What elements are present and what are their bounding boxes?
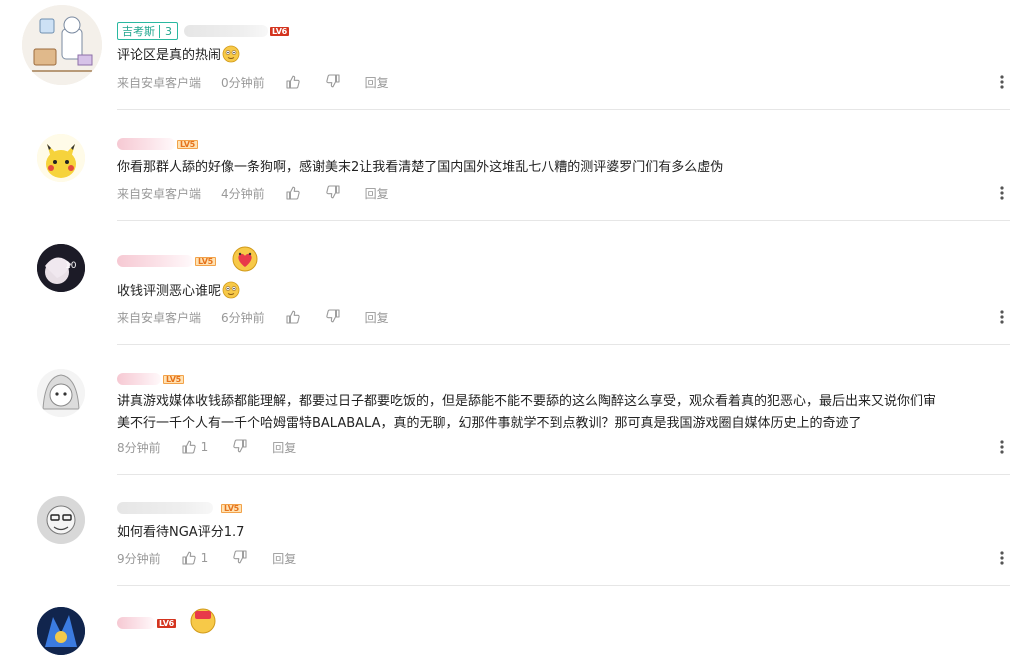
reply-button[interactable]: 回复 (365, 74, 389, 91)
smug-face-emoji-icon (222, 281, 240, 299)
thumbs-up-icon (285, 185, 301, 201)
username[interactable] (117, 502, 213, 514)
source-label: 来自安卓客户端 (117, 75, 202, 90)
comment-text: 讲真游戏媒体收钱舔都能理解，都要过日子都要吃饭的，但是舔能不能不要舔的这么陶醉这… (117, 391, 1002, 435)
timestamp: 8分钟前 (117, 440, 161, 455)
thumbs-up-icon (285, 74, 301, 90)
more-vertical-icon[interactable] (996, 74, 1008, 90)
fan-badge-level: 3 (159, 24, 177, 38)
avatar[interactable] (37, 134, 85, 182)
username[interactable] (184, 25, 268, 37)
like-button[interactable]: 1 (181, 439, 209, 455)
thumbs-down-icon (325, 308, 341, 324)
thumbs-down-icon (325, 184, 341, 200)
level-badge: LV6 (157, 618, 176, 628)
comment-text-body: 收钱评测恶心谁呢 (117, 284, 222, 299)
comment-text-line: 讲真游戏媒体收钱舔都能理解，都要过日子都要吃饭的，但是舔能不能不要舔的这么陶醉这… (117, 394, 937, 409)
divider (117, 585, 1010, 586)
dislike-button[interactable] (325, 73, 341, 92)
comment-text: 如何看待NGA评分1.7 (117, 525, 245, 540)
more-vertical-icon[interactable] (996, 185, 1008, 201)
avatar[interactable] (22, 5, 102, 85)
comment-meta: 来自安卓客户端 6分钟前 回复 (117, 308, 389, 326)
more-vertical-icon[interactable] (996, 309, 1008, 325)
like-button[interactable]: 1 (181, 550, 209, 566)
comment-text-line: 美不行一千个人有一千个哈姆雷特BALABALA，真的无聊，幻那件事就学不到点教训… (117, 416, 862, 431)
reply-button[interactable]: 回复 (365, 309, 389, 326)
like-button[interactable] (285, 74, 301, 90)
comment-text: 收钱评测恶心谁呢 (117, 281, 1002, 303)
like-button[interactable] (285, 309, 301, 325)
level-badge: LV5 (221, 503, 242, 513)
username[interactable] (117, 373, 161, 385)
comment-meta: 来自安卓客户端 0分钟前 回复 (117, 73, 389, 91)
comment-text: 你看那群人舔的好像一条狗啊，感谢美末2让我看清楚了国内国外这堆乱七八糟的测评婆罗… (117, 160, 724, 175)
username-row: LV5 (117, 135, 198, 153)
divider (117, 474, 1010, 475)
more-vertical-icon[interactable] (996, 439, 1008, 455)
avatar[interactable] (37, 607, 85, 655)
username-row: LV5 (117, 252, 216, 270)
sticker-emoji-icon (190, 608, 216, 634)
fan-badge-name: 吉考斯 (122, 25, 155, 38)
divider (117, 344, 1010, 345)
reply-button[interactable]: 回复 (272, 439, 296, 456)
laughing-face-emoji-icon (222, 45, 240, 63)
thumbs-up-icon (285, 309, 301, 325)
thumbs-down-icon (232, 549, 248, 565)
divider (117, 109, 1010, 110)
reply-button[interactable]: 回复 (365, 185, 389, 202)
dislike-button[interactable] (325, 184, 341, 203)
comment-meta: 9分钟前 1 回复 (117, 549, 296, 567)
level-badge: LV6 (270, 26, 289, 36)
dislike-button[interactable] (325, 308, 341, 327)
username-row: LV5 (117, 499, 242, 517)
timestamp: 0分钟前 (221, 75, 265, 90)
like-count: 1 (200, 440, 209, 454)
dislike-button[interactable] (232, 438, 248, 457)
avatar[interactable]: 10 (37, 244, 85, 292)
level-badge: LV5 (195, 256, 216, 266)
fan-badge[interactable]: 吉考斯 3 (117, 22, 178, 40)
timestamp: 6分钟前 (221, 310, 265, 325)
more-vertical-icon[interactable] (996, 550, 1008, 566)
like-count: 1 (200, 551, 209, 565)
avatar[interactable] (37, 496, 85, 544)
like-button[interactable] (285, 185, 301, 201)
heart-face-emoji-icon (232, 246, 258, 272)
thumbs-up-icon (181, 550, 197, 566)
thumbs-up-icon (181, 439, 197, 455)
source-label: 来自安卓客户端 (117, 310, 202, 325)
source-label: 来自安卓客户端 (117, 186, 202, 201)
username[interactable] (117, 138, 175, 150)
username-row: LV5 (117, 370, 184, 388)
svg-text:10: 10 (65, 261, 77, 271)
divider (117, 220, 1010, 221)
level-badge: LV5 (177, 139, 198, 149)
username-row: 吉考斯 3 LV6 (117, 22, 289, 40)
avatar[interactable] (37, 369, 85, 417)
comment-meta: 来自安卓客户端 4分钟前 回复 (117, 184, 389, 202)
comment-text-body: 评论区是真的热闹 (117, 48, 222, 63)
dislike-button[interactable] (232, 549, 248, 568)
reply-button[interactable]: 回复 (272, 550, 296, 567)
comment-text: 评论区是真的热闹 (117, 45, 1002, 67)
comment-meta: 8分钟前 1 回复 (117, 438, 296, 456)
username-row: LV6 (117, 614, 176, 632)
timestamp: 9分钟前 (117, 551, 161, 566)
username[interactable] (117, 255, 193, 267)
username[interactable] (117, 617, 155, 629)
thumbs-down-icon (325, 73, 341, 89)
level-badge: LV5 (163, 374, 184, 384)
timestamp: 4分钟前 (221, 186, 265, 201)
thumbs-down-icon (232, 438, 248, 454)
